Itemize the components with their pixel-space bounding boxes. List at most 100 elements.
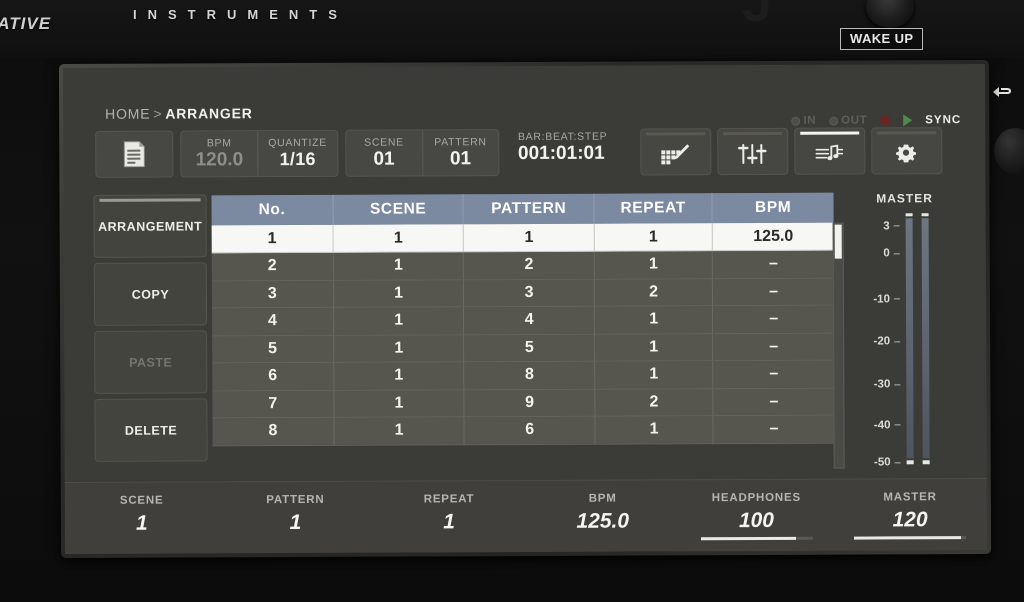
mixer-faders-icon (738, 143, 767, 164)
cell-no[interactable]: 8 (212, 417, 334, 446)
cell-bpm[interactable]: – (712, 360, 835, 389)
bar-beat-step-display: BAR:BEAT:STEP 001:01:01 (506, 129, 626, 167)
cell-repeat[interactable]: 2 (594, 388, 714, 417)
cell-repeat[interactable]: 1 (594, 415, 714, 444)
master-meter-scale: 3 0 -10 -20 -30 -40 -50 (846, 212, 901, 469)
sidebar-item-paste[interactable]: PASTE (94, 330, 208, 394)
settings-button[interactable] (870, 127, 943, 175)
cell-pattern[interactable]: 4 (463, 306, 595, 335)
status-label: SCENE (119, 494, 164, 507)
cell-repeat[interactable]: 1 (594, 333, 713, 362)
cell-pattern[interactable]: 6 (464, 416, 596, 445)
cell-scene[interactable]: 1 (333, 389, 465, 418)
back-arrow-icon[interactable] (990, 84, 1016, 102)
pattern-edit-button[interactable] (639, 128, 712, 176)
cell-no[interactable]: 7 (212, 389, 334, 418)
cell-repeat[interactable]: 1 (594, 250, 713, 279)
status-cell-pattern[interactable]: PATTERN 1 (218, 482, 372, 536)
document-icon (123, 141, 145, 168)
cell-no[interactable]: 3 (211, 279, 334, 308)
cell-no[interactable]: 1 (211, 224, 334, 253)
table-row[interactable]: 6 1 8 1– (212, 360, 835, 391)
breadcrumb[interactable]: HOME > ARRANGER (105, 105, 253, 122)
table-row[interactable]: 7 1 9 2– (212, 387, 835, 418)
cell-repeat[interactable]: 1 (594, 305, 713, 334)
cell-scene[interactable]: 1 (333, 251, 464, 280)
record-indicator-icon (880, 115, 891, 126)
cell-pattern[interactable]: 3 (463, 278, 595, 307)
status-slider[interactable] (700, 536, 813, 541)
status-cell-scene[interactable]: SCENE 1 (65, 482, 219, 536)
arranger-button[interactable] (793, 127, 866, 175)
sidebar-item-copy[interactable]: COPY (93, 262, 208, 326)
master-meter-bar-left (905, 218, 914, 459)
column-header-no[interactable]: No. (211, 194, 333, 226)
cell-pattern[interactable]: 9 (464, 388, 595, 417)
sidebar-label-copy: COPY (131, 287, 170, 302)
arrangement-table-container: No. SCENE PATTERN REPEAT BPM 1 1 1 1 125.0 2 1… (211, 192, 845, 472)
bpm-quantize-group: BPM 120.0 QUANTIZE 1/16 (180, 129, 339, 178)
column-header-pattern[interactable]: PATTERN (463, 193, 595, 225)
toolbar-label-quantize: QUANTIZE (268, 136, 327, 150)
cell-no[interactable]: 5 (212, 334, 334, 363)
cell-repeat[interactable]: 1 (594, 223, 713, 252)
cell-pattern[interactable]: 8 (464, 361, 595, 390)
sidebar: ARRANGEMENT COPY PASTE DELETE (93, 194, 208, 462)
wake-up-button[interactable]: WAKE UP (840, 28, 924, 50)
cell-scene[interactable]: 1 (333, 334, 465, 363)
meter-tick: 3 (883, 220, 899, 232)
table-scrollbar[interactable] (832, 222, 845, 469)
status-slider[interactable] (854, 536, 967, 540)
sidebar-item-arrangement[interactable]: ARRANGEMENT (93, 194, 207, 258)
column-header-repeat[interactable]: REPEAT (593, 193, 713, 224)
cell-repeat[interactable]: 1 (594, 360, 714, 389)
cell-scene[interactable]: 1 (332, 224, 464, 253)
table-row[interactable]: 1 1 1 1 125.0 (211, 222, 834, 253)
cell-scene[interactable]: 1 (333, 361, 465, 390)
cell-no[interactable]: 2 (211, 252, 334, 281)
document-button[interactable] (95, 130, 174, 178)
status-bar: SCENE 1 PATTERN 1 REPEAT 1 BPM 125.0 HEADPHONES 1… (64, 477, 988, 555)
status-label: PATTERN (266, 493, 325, 507)
toolbar-field-quantize[interactable]: QUANTIZE 1/16 (257, 130, 338, 177)
table-row[interactable]: 2 1 2 1– (211, 250, 834, 281)
cell-pattern[interactable]: 5 (464, 333, 595, 362)
column-header-scene[interactable]: SCENE (332, 194, 464, 225)
cell-no[interactable]: 6 (212, 362, 334, 391)
cell-bpm[interactable]: 125.0 (712, 222, 834, 251)
sidebar-item-delete[interactable]: DELETE (94, 398, 208, 462)
cell-no[interactable]: 4 (211, 307, 334, 336)
cell-bpm[interactable]: – (712, 332, 835, 361)
table-row[interactable]: 4 1 4 1– (211, 305, 835, 336)
cell-bpm[interactable]: – (712, 250, 834, 279)
table-row[interactable]: 8 1 6 1– (212, 415, 835, 446)
status-cell-repeat[interactable]: REPEAT 1 (372, 481, 526, 535)
status-cell-master[interactable]: MASTER 120 (833, 479, 987, 540)
table-row[interactable]: 5 1 5 1– (212, 332, 835, 363)
cell-bpm[interactable]: – (712, 277, 834, 306)
settings-active-bar (876, 131, 936, 135)
table-row[interactable]: 3 1 3 2– (211, 277, 834, 308)
toolbar-value-bpm: 120.0 (195, 148, 244, 170)
status-cell-bpm[interactable]: BPM 125.0 (526, 480, 680, 534)
toolbar-field-bpm[interactable]: BPM 120.0 (181, 131, 257, 176)
table-scrollbar-thumb[interactable] (834, 224, 842, 259)
breadcrumb-home[interactable]: HOME (105, 106, 150, 122)
status-cell-headphones[interactable]: HEADPHONES 100 (679, 480, 833, 541)
mixer-button[interactable] (716, 127, 789, 176)
cell-repeat[interactable]: 2 (594, 278, 713, 307)
hardware-knob-right[interactable] (994, 128, 1024, 174)
cell-scene[interactable]: 1 (333, 306, 465, 335)
cell-bpm[interactable]: – (713, 415, 835, 444)
cell-pattern[interactable]: 2 (463, 251, 595, 280)
hardware-knob-top[interactable] (866, 0, 914, 28)
cell-pattern[interactable]: 1 (463, 223, 595, 252)
toolbar-field-pattern[interactable]: PATTERN 01 (421, 130, 499, 176)
cell-scene[interactable]: 1 (333, 279, 464, 308)
cell-bpm[interactable]: – (713, 387, 835, 416)
toolbar-field-scene[interactable]: SCENE 01 (346, 130, 422, 175)
cell-scene[interactable]: 1 (333, 416, 465, 445)
column-header-bpm[interactable]: BPM (712, 192, 834, 224)
cell-bpm[interactable]: – (712, 305, 835, 334)
meter-tick: -30 (874, 379, 901, 391)
